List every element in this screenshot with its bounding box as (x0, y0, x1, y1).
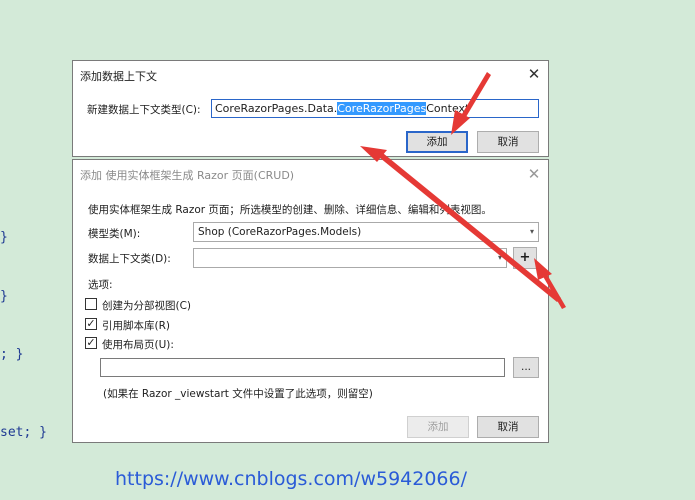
watermark-url: https://www.cnblogs.com/w5942066/ (115, 468, 468, 490)
arrow-annotation-icon (360, 72, 566, 309)
annotation-arrows (360, 72, 566, 309)
